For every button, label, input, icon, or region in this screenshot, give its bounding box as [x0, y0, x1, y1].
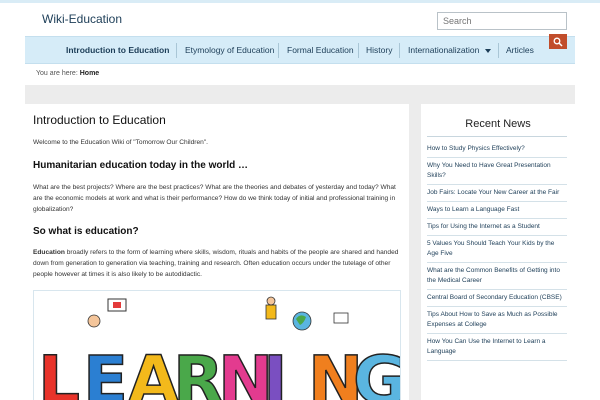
search-input[interactable] — [437, 12, 567, 30]
learning-letter: R — [173, 342, 224, 400]
learning-image: LEARNING — [37, 296, 401, 400]
nav-separator — [278, 43, 279, 58]
news-item[interactable]: Why You Need to Have Great Presentation … — [427, 158, 567, 185]
section-heading-what-is-education: So what is education? — [33, 226, 139, 237]
learning-illustration: LEARNING — [33, 290, 401, 400]
learning-letter: I — [263, 342, 288, 400]
site-header: Wiki-Education — [0, 3, 600, 36]
news-item[interactable]: Tips for Using the Internet as a Student — [427, 219, 567, 236]
nav-separator — [498, 43, 499, 58]
intro-paragraph: Welcome to the Education Wiki of "Tomorr… — [33, 139, 208, 146]
nav-separator — [399, 43, 400, 58]
search-icon — [553, 37, 563, 47]
news-item[interactable]: Job Fairs: Locate Your New Career at the… — [427, 185, 567, 202]
humanitarian-paragraph: What are the best projects? Where are th… — [33, 184, 396, 213]
news-item[interactable]: Ways to Learn a Language Fast — [427, 202, 567, 219]
learning-letter: G — [353, 342, 401, 400]
main-navigation: Introduction to Education Etymology of E… — [25, 36, 575, 64]
breadcrumb-home[interactable]: Home — [80, 70, 99, 77]
nav-item-etymology[interactable]: Etymology of Education — [185, 37, 274, 63]
learning-letter: L — [38, 342, 80, 400]
nav-separator — [358, 43, 359, 58]
sidebar-title: Recent News — [465, 118, 531, 130]
learning-letter: E — [83, 342, 128, 400]
education-paragraph: Education broadly refers to the form of … — [33, 247, 403, 280]
news-item[interactable]: Tips About How to Save as Much as Possib… — [427, 307, 567, 334]
nav-item-label: Internationalization — [408, 45, 480, 55]
search-button[interactable] — [549, 34, 567, 49]
chevron-down-icon — [485, 48, 492, 53]
news-item[interactable]: How to Study Physics Effectively? — [427, 141, 567, 158]
education-term: Education — [33, 249, 65, 256]
learning-letter: A — [128, 342, 179, 400]
sidebar-divider — [427, 136, 567, 137]
illustration-decorations — [87, 296, 349, 331]
news-item[interactable]: Central Board of Secondary Education (CB… — [427, 290, 567, 307]
nav-item-internationalization[interactable]: Internationalization — [408, 37, 492, 63]
breadcrumb: You are here: Home — [25, 64, 575, 84]
nav-item-formal-education[interactable]: Formal Education — [287, 37, 354, 63]
main-content: Introduction to Education Welcome to the… — [25, 104, 409, 400]
section-heading-humanitarian: Humanitarian education today in the worl… — [33, 160, 249, 171]
learning-letters: LEARNING — [37, 341, 401, 400]
nav-item-articles[interactable]: Articles — [506, 37, 534, 63]
nav-item-introduction[interactable]: Introduction to Education — [66, 37, 169, 63]
education-definition: broadly refers to the form of learning w… — [33, 249, 399, 278]
sidebar: Recent News How to Study Physics Effecti… — [421, 104, 575, 400]
news-item[interactable]: How You Can Use the Internet to Learn a … — [427, 334, 567, 361]
breadcrumb-prefix: You are here: — [36, 70, 78, 77]
page-title: Introduction to Education — [33, 113, 166, 127]
nav-item-history[interactable]: History — [366, 37, 392, 63]
recent-news-list: How to Study Physics Effectively? Why Yo… — [427, 141, 567, 361]
site-title[interactable]: Wiki-Education — [42, 12, 122, 26]
nav-separator — [176, 43, 177, 58]
news-item[interactable]: 5 Values You Should Teach Your Kids by t… — [427, 236, 567, 263]
news-item[interactable]: What are the Common Benefits of Getting … — [427, 263, 567, 290]
